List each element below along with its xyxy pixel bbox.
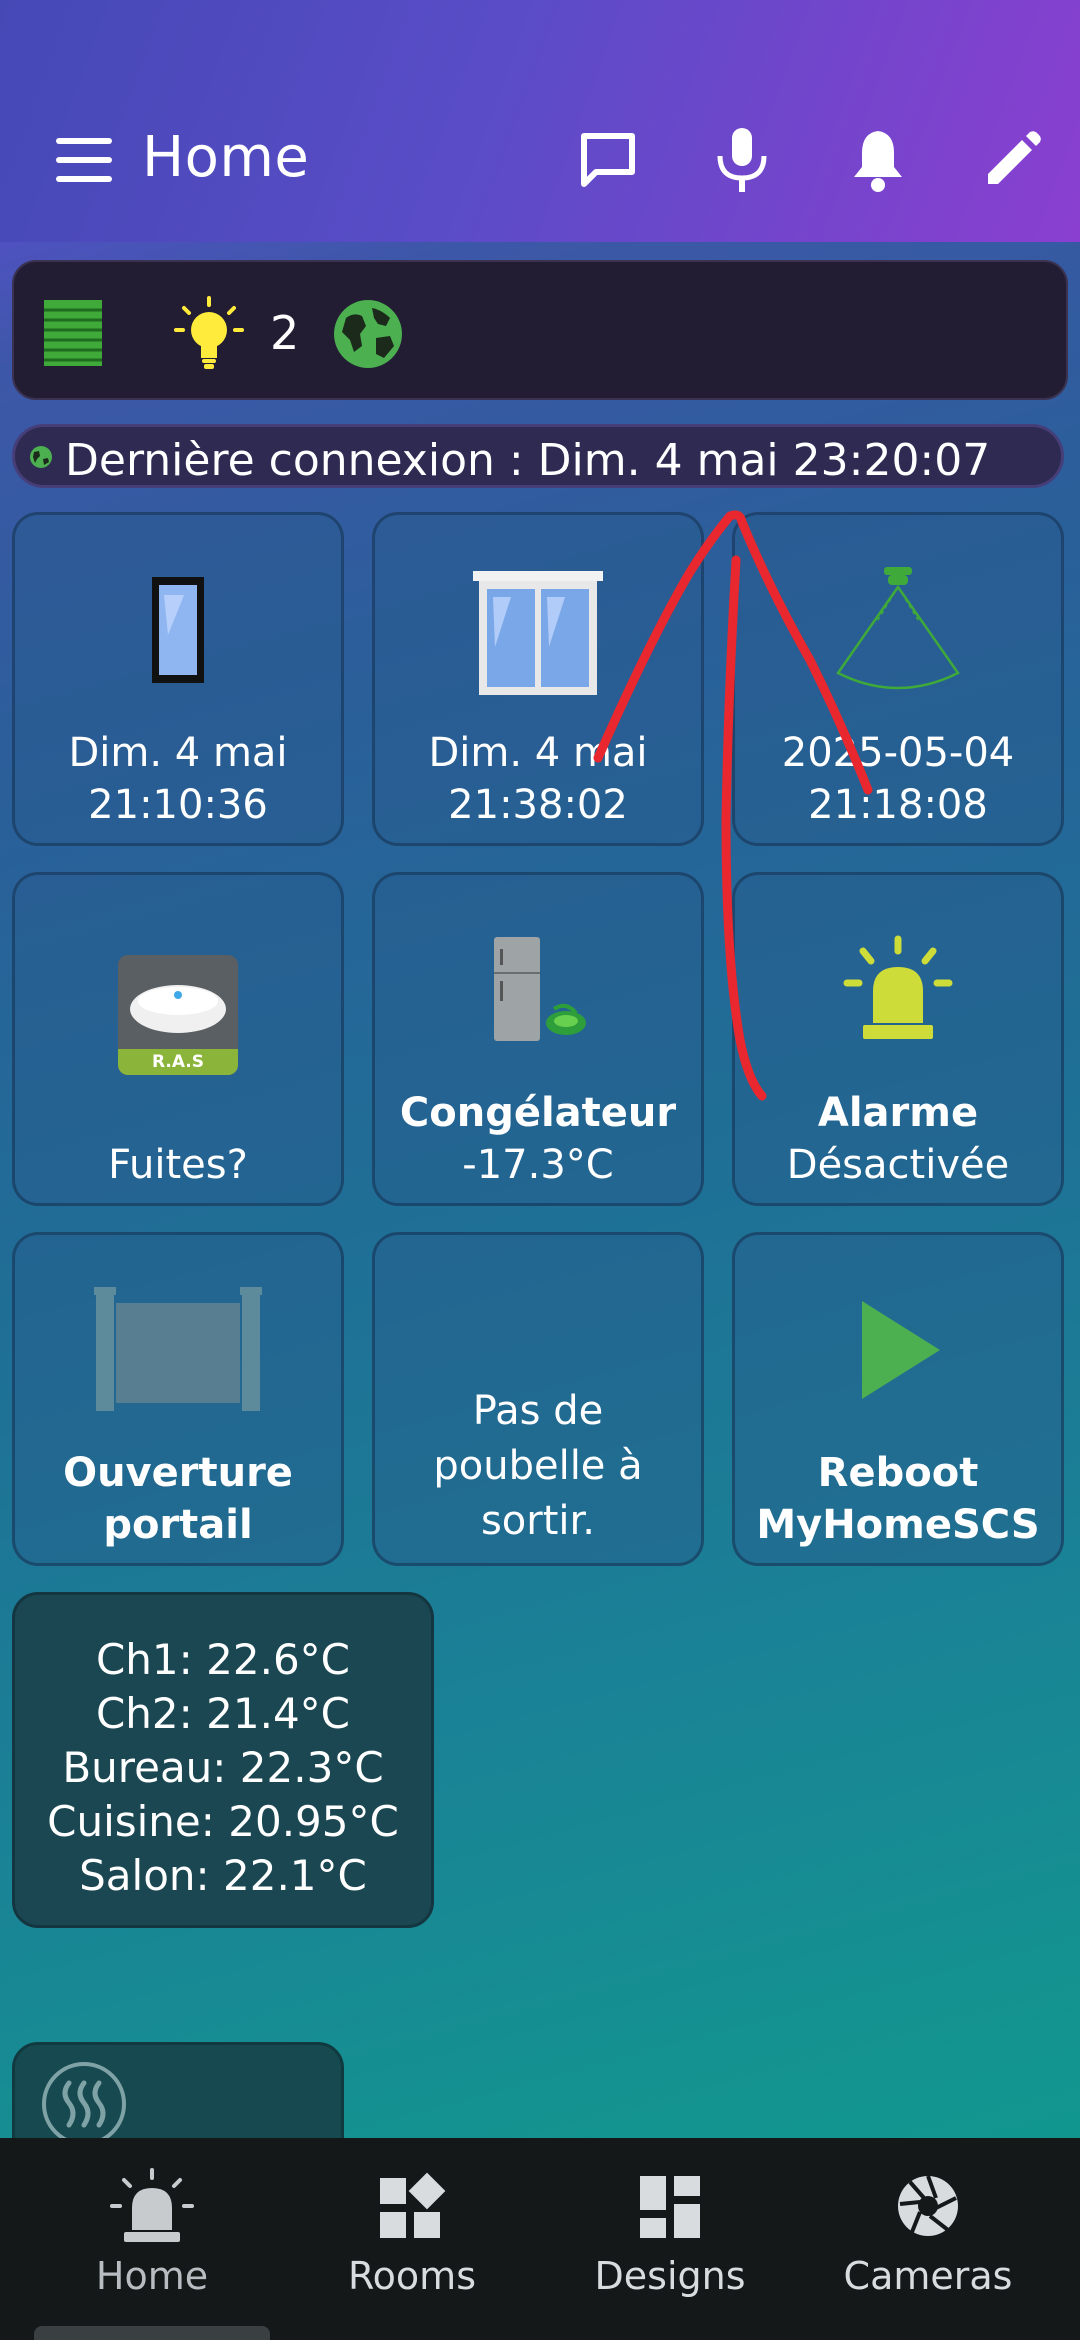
rooms-icon	[292, 2168, 532, 2244]
temperatures-tile[interactable]: Ch1: 22.6°C Ch2: 21.4°C Bureau: 22.3°C C…	[12, 1592, 434, 1928]
leak-sensor-icon: R.A.S	[15, 955, 341, 1075]
alarm-tile-label: Alarme Désactivée	[735, 1087, 1061, 1191]
designs-icon	[550, 2168, 790, 2244]
gate-title-line2: portail	[103, 1502, 253, 1548]
bottom-navigation: Home Rooms Designs Cameras	[0, 2138, 1080, 2340]
motion-date: 2025-05-04	[781, 730, 1015, 776]
reboot-tile-label: Reboot MyHomeSCS	[735, 1447, 1061, 1551]
nav-designs[interactable]: Designs	[550, 2168, 790, 2298]
motion-tile-label: 2025-05-04 21:18:08	[735, 727, 1061, 831]
leak-label: Fuites?	[108, 1142, 248, 1188]
trash-tile-label: Pas de poubelle à sortir.	[375, 1384, 701, 1549]
window-icon	[375, 567, 701, 701]
reboot-title-line1: Reboot	[817, 1450, 979, 1496]
leak-tile[interactable]: R.A.S Fuites?	[12, 872, 344, 1206]
chat-icon[interactable]	[568, 120, 648, 200]
page-title: Home	[142, 125, 310, 190]
gate-title-line1: Ouverture	[63, 1450, 293, 1496]
door-time: 21:10:36	[88, 782, 268, 828]
leak-status-badge: R.A.S	[118, 1049, 238, 1075]
shutter-icon[interactable]	[40, 298, 110, 372]
temp-row: Bureau: 22.3°C	[62, 1743, 384, 1792]
trash-line1: Pas de	[472, 1388, 604, 1434]
door-tile-label: Dim. 4 mai 21:10:36	[15, 727, 341, 831]
door-date: Dim. 4 mai	[68, 730, 288, 776]
temp-row: Ch2: 21.4°C	[95, 1689, 350, 1738]
motion-time: 21:18:08	[808, 782, 988, 828]
trash-line2: poubelle à	[433, 1443, 643, 1489]
menu-icon[interactable]	[44, 120, 124, 200]
bell-icon[interactable]	[838, 120, 918, 200]
gate-tile[interactable]: Ouverture portail	[12, 1232, 344, 1566]
nav-cameras-label: Cameras	[843, 2254, 1013, 2298]
gesture-bar	[34, 2326, 270, 2340]
alarm-state: Désactivée	[786, 1142, 1010, 1188]
last-connection-bar: Dernière connexion : Dim. 4 mai 23:20:07	[12, 424, 1064, 488]
trash-line3: sortir.	[480, 1498, 596, 1544]
alarm-icon	[735, 935, 1061, 1045]
nav-home-label: Home	[95, 2254, 209, 2298]
nav-designs-label: Designs	[594, 2254, 746, 2298]
alarm-title: Alarme	[817, 1090, 979, 1136]
temp-row: Salon: 22.1°C	[79, 1851, 367, 1900]
window-tile-label: Dim. 4 mai 21:38:02	[375, 727, 701, 831]
freezer-tile[interactable]: Congélateur -17.3°C	[372, 872, 704, 1206]
microphone-icon[interactable]	[702, 120, 782, 200]
globe-small-icon	[29, 445, 53, 473]
nav-rooms-label: Rooms	[347, 2254, 476, 2298]
window-tile[interactable]: Dim. 4 mai 21:38:02	[372, 512, 704, 846]
leak-tile-label: Fuites?	[15, 1139, 341, 1191]
window-date: Dim. 4 mai	[428, 730, 648, 776]
fridge-icon	[375, 935, 701, 1045]
last-connection-text: Dernière connexion : Dim. 4 mai 23:20:07	[65, 435, 991, 486]
motion-sensor-icon	[735, 563, 1061, 703]
gate-icon	[15, 1285, 341, 1415]
freezer-tile-label: Congélateur -17.3°C	[375, 1087, 701, 1191]
freezer-temp: -17.3°C	[462, 1142, 614, 1188]
play-icon	[735, 1295, 1061, 1405]
status-bar: 2	[12, 260, 1068, 400]
pencil-icon[interactable]	[972, 120, 1052, 200]
reboot-title-line2: MyHomeSCS	[756, 1502, 1040, 1548]
camera-shutter-icon	[808, 2168, 1048, 2244]
gate-tile-label: Ouverture portail	[15, 1447, 341, 1551]
reboot-tile[interactable]: Reboot MyHomeSCS	[732, 1232, 1064, 1566]
lights-on-count: 2	[270, 306, 300, 360]
globe-icon[interactable]	[332, 298, 404, 374]
nav-rooms[interactable]: Rooms	[292, 2168, 532, 2298]
window-time: 21:38:02	[448, 782, 628, 828]
door-icon	[15, 575, 341, 685]
freezer-title: Congélateur	[399, 1090, 677, 1136]
nav-cameras[interactable]: Cameras	[808, 2168, 1048, 2298]
alarm-tile[interactable]: Alarme Désactivée	[732, 872, 1064, 1206]
motion-tile[interactable]: 2025-05-04 21:18:08	[732, 512, 1064, 846]
temp-row: Ch1: 22.6°C	[95, 1635, 350, 1684]
siren-icon	[32, 2168, 272, 2244]
lightbulb-icon[interactable]	[174, 296, 244, 376]
nav-home[interactable]: Home	[32, 2168, 272, 2298]
door-tile[interactable]: Dim. 4 mai 21:10:36	[12, 512, 344, 846]
temp-row: Cuisine: 20.95°C	[47, 1797, 399, 1846]
trash-tile[interactable]: Pas de poubelle à sortir.	[372, 1232, 704, 1566]
app-header: Home	[0, 0, 1080, 242]
